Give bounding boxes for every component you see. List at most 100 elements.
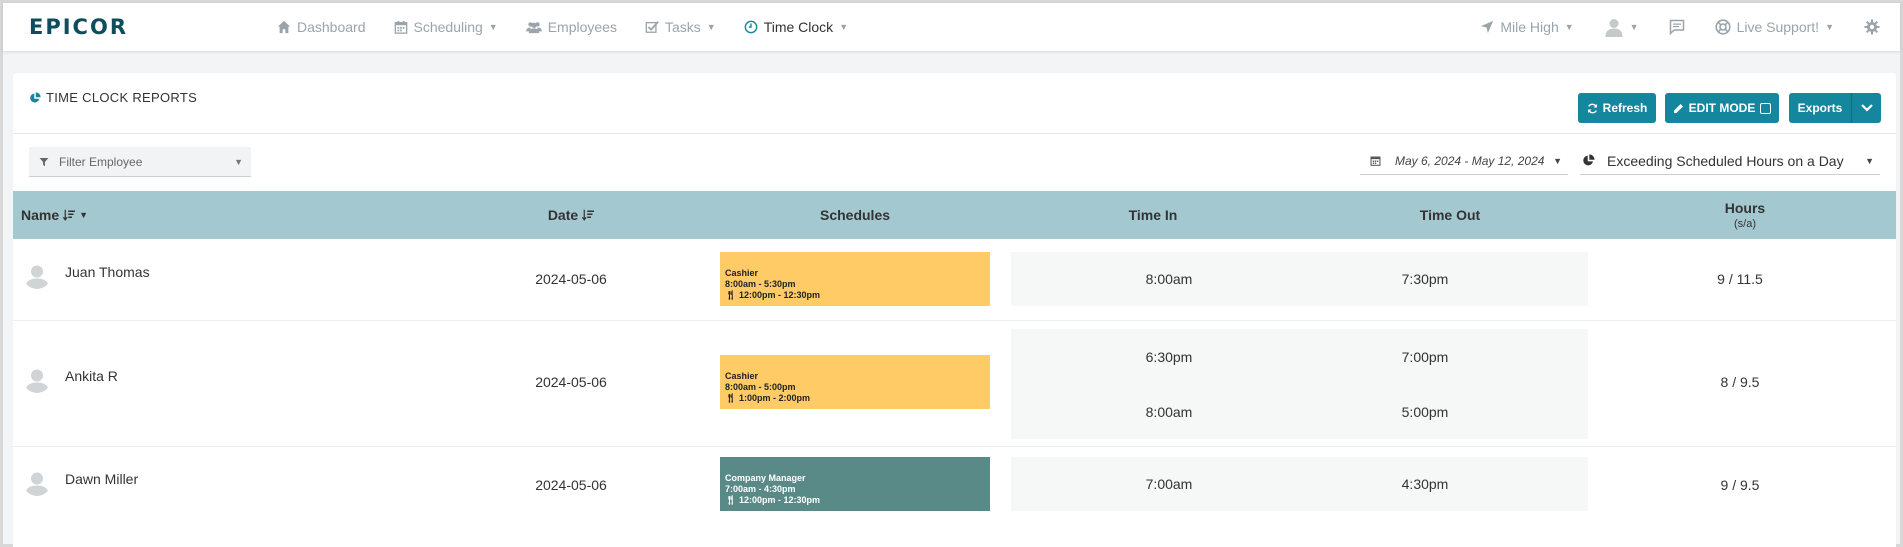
nav-right: Mile High ▼ ▼ Live Support! ▼: [1450, 3, 1880, 51]
sort-icon: [63, 209, 76, 221]
pie-chart-icon: [1583, 154, 1595, 166]
chevron-down-icon: ▼: [1629, 22, 1639, 32]
schedule-role: Cashier: [725, 371, 759, 381]
refresh-label: Refresh: [1602, 101, 1648, 115]
punch-pair[interactable]: 8:00am 7:30pm: [1011, 252, 1588, 306]
exports-dropdown-toggle[interactable]: [1851, 93, 1881, 123]
employee-cell: Juan Thomas: [23, 261, 150, 289]
schedule-break-time: 12:00pm - 12:30pm: [738, 290, 820, 300]
schedule-break-time: 1:00pm - 2:00pm: [738, 393, 810, 403]
schedule-block[interactable]: Company Manager 7:00am - 4:30pm 🍴︎ 12:00…: [720, 457, 990, 511]
report-type-value: Exceeding Scheduled Hours on a Day: [1607, 152, 1844, 169]
refresh-button[interactable]: Refresh: [1578, 93, 1656, 123]
column-header-date[interactable]: Date: [521, 191, 621, 239]
chevron-down-icon: ▼: [234, 157, 243, 167]
edit-mode-toggle[interactable]: EDIT MODE: [1665, 93, 1779, 123]
punch-pair[interactable]: 7:00am 4:30pm: [1011, 457, 1588, 511]
chevron-down-icon: ▼: [1553, 156, 1562, 166]
chevron-down-icon: ▼: [1865, 156, 1874, 166]
calendar-icon: [1370, 156, 1381, 166]
schedule-break-time: 12:00pm - 12:30pm: [738, 495, 820, 505]
user-avatar-icon: [1605, 19, 1623, 37]
schedule-block[interactable]: Cashier 8:00am - 5:00pm 🍴︎ 1:00pm - 2:00…: [720, 355, 990, 409]
epicor-logo[interactable]: EPICOR: [29, 15, 128, 39]
utensils-icon: 🍴︎: [725, 393, 737, 403]
date-cell: 2024-05-06: [535, 271, 607, 287]
main-nav: Dashboard Scheduling ▼ Employees Tasks ▼…: [277, 3, 876, 51]
column-header-time-out-label: Time Out: [1419, 207, 1481, 223]
column-header-schedules: Schedules: [805, 191, 905, 239]
date-range-picker[interactable]: May 6, 2024 - May 12, 2024 ▼: [1360, 147, 1568, 175]
chevron-down-icon: ▼: [839, 22, 849, 32]
user-avatar-icon: [25, 265, 49, 289]
exports-button[interactable]: Exports: [1789, 93, 1851, 123]
employee-cell: Dawn Miller: [23, 468, 138, 496]
time-out-value: 4:30pm: [1401, 476, 1449, 492]
hours-cell: 8 / 9.5: [1720, 374, 1760, 390]
nav-scheduling-label: Scheduling: [413, 19, 483, 35]
avatar: [23, 365, 51, 393]
table-row[interactable]: Dawn Miller 2024-05-06 Company Manager 7…: [13, 447, 1896, 547]
users-icon: [525, 22, 542, 34]
avatar: [23, 468, 51, 496]
time-out-value: 7:00pm: [1401, 349, 1449, 365]
gear-icon: [1864, 19, 1880, 35]
schedule-break: 🍴︎ 12:00pm - 12:30pm: [725, 290, 990, 301]
schedule-time: 8:00am - 5:30pm: [725, 279, 796, 289]
nav-scheduling[interactable]: Scheduling ▼: [394, 19, 498, 35]
clock-icon: [744, 20, 758, 34]
panel-title-text: TIME CLOCK REPORTS: [46, 90, 198, 105]
column-header-hours-label: Hours: [1724, 200, 1766, 216]
chevron-down-icon: ▼: [1825, 22, 1834, 32]
lifebuoy-icon: [1714, 19, 1731, 35]
sort-icon: [582, 209, 595, 221]
employee-name[interactable]: Dawn Miller: [65, 471, 138, 487]
column-header-date-label: Date: [547, 207, 579, 223]
schedule-time: 7:00am - 4:30pm: [725, 484, 796, 494]
pie-chart-icon: [30, 91, 41, 102]
location-selector[interactable]: Mile High ▼: [1480, 19, 1574, 35]
live-support[interactable]: Live Support! ▼: [1714, 19, 1834, 35]
home-icon: [277, 20, 291, 34]
table-row[interactable]: Ankita R 2024-05-06 Cashier 8:00am - 5:0…: [13, 321, 1896, 447]
hours-cell: 9 / 11.5: [1717, 271, 1763, 287]
employee-name[interactable]: Juan Thomas: [65, 264, 150, 280]
edit-mode-checkbox[interactable]: [1760, 102, 1772, 114]
report-type-select[interactable]: Exceeding Scheduled Hours on a Day ▼: [1580, 147, 1880, 175]
nav-dashboard[interactable]: Dashboard: [277, 19, 366, 35]
nav-time-clock-label: Time Clock: [763, 19, 834, 35]
schedule-block[interactable]: Cashier 8:00am - 5:30pm 🍴︎ 12:00pm - 12:…: [720, 252, 990, 306]
schedule-role: Cashier: [725, 268, 759, 278]
user-avatar-icon: [25, 369, 49, 393]
filter-employee-dropdown[interactable]: Filter Employee ▼: [29, 147, 251, 177]
schedule-role: Company Manager: [725, 473, 806, 483]
time-in-value: 8:00am: [1145, 404, 1193, 420]
employee-name[interactable]: Ankita R: [65, 368, 118, 384]
nav-employees[interactable]: Employees: [525, 19, 617, 35]
punch-pair-group[interactable]: 6:30pm 7:00pm 8:00am 5:00pm: [1011, 329, 1588, 439]
location-label: Mile High: [1500, 19, 1559, 35]
hours-cell: 9 / 9.5: [1720, 477, 1760, 493]
column-header-schedules-label: Schedules: [819, 207, 891, 223]
pencil-icon: [1673, 103, 1683, 113]
chevron-down-icon: [1860, 104, 1873, 112]
nav-tasks[interactable]: Tasks ▼: [645, 19, 716, 35]
settings-button[interactable]: [1864, 19, 1880, 35]
avatar: [23, 261, 51, 289]
live-support-label: Live Support!: [1736, 19, 1820, 35]
top-navbar: EPICOR Dashboard Scheduling ▼ Employees …: [3, 3, 1900, 51]
column-header-hours-sublabel: (s/a): [1734, 218, 1756, 230]
employee-cell: Ankita R: [23, 365, 118, 393]
edit-mode-label: EDIT MODE: [1688, 101, 1756, 115]
refresh-icon: [1587, 103, 1597, 113]
schedule-break: 🍴︎ 12:00pm - 12:30pm: [725, 495, 990, 506]
location-arrow-icon: [1481, 20, 1494, 34]
column-header-name[interactable]: Name ▼: [21, 191, 101, 239]
nav-dashboard-label: Dashboard: [297, 19, 366, 35]
messages-button[interactable]: [1669, 19, 1685, 35]
nav-time-clock[interactable]: Time Clock ▼: [744, 19, 848, 35]
user-menu[interactable]: ▼: [1604, 17, 1639, 37]
schedule-break: 🍴︎ 1:00pm - 2:00pm: [725, 393, 990, 404]
calendar-icon: [394, 20, 407, 34]
table-row[interactable]: Juan Thomas 2024-05-06 Cashier 8:00am - …: [13, 239, 1896, 321]
